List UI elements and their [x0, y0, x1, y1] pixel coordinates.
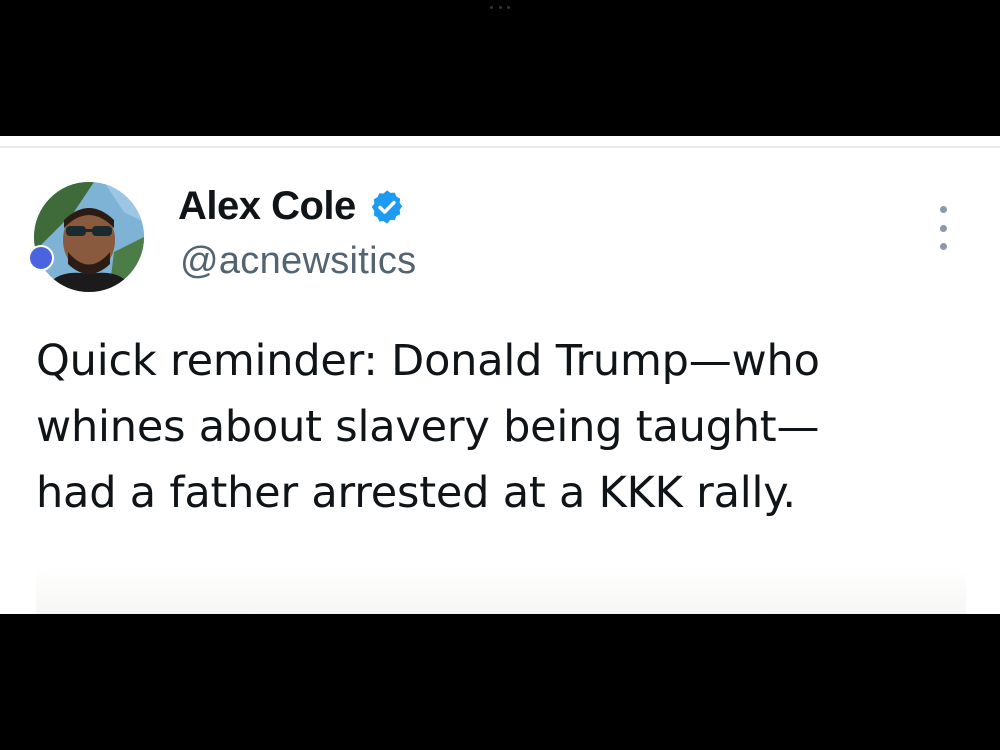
- top-letterbox: [0, 0, 1000, 136]
- bottom-letterbox: [0, 614, 1000, 750]
- author-name-row: Alex Cole: [178, 184, 406, 229]
- user-handle[interactable]: @acnewsitics: [180, 240, 416, 283]
- tweet-text: Quick reminder: Donald Trump—who whines …: [36, 336, 820, 518]
- divider: [0, 146, 1000, 148]
- media-preview[interactable]: [36, 566, 966, 614]
- display-name[interactable]: Alex Cole: [178, 184, 356, 229]
- verified-badge-icon: [368, 188, 406, 226]
- more-options-icon[interactable]: [928, 206, 958, 250]
- tweet-card[interactable]: Alex Cole @acnewsitics Quick reminder: D…: [0, 136, 1000, 614]
- status-dots: [490, 6, 510, 10]
- avatar[interactable]: [34, 182, 144, 292]
- avatar-status-dot: [28, 245, 54, 271]
- avatar-photo: [34, 182, 144, 292]
